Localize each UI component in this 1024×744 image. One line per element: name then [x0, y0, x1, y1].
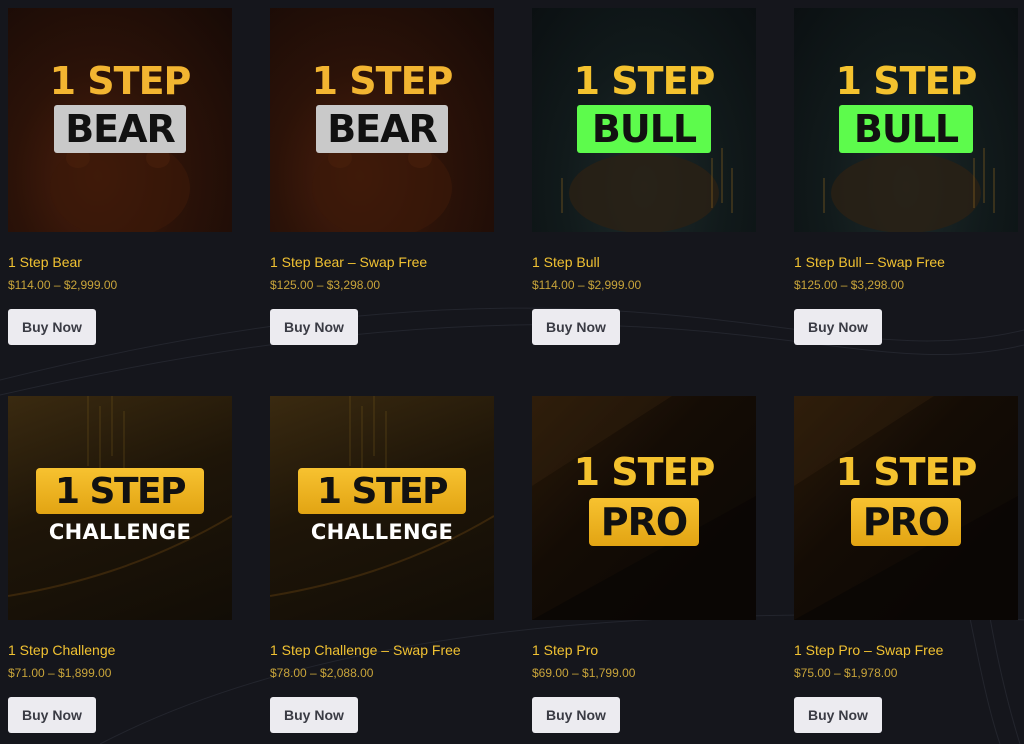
product-name[interactable]: 1 Step Challenge [8, 642, 232, 660]
image-title: 1 STEP [835, 450, 978, 494]
product-name[interactable]: 1 Step Bull [532, 254, 756, 272]
image-badge: PRO [589, 498, 699, 546]
product-image[interactable]: 1 STEP BULL [794, 8, 1018, 232]
image-badge: BEAR [316, 105, 448, 153]
product-image[interactable]: 1 STEP BEAR [270, 8, 494, 232]
image-badge: PRO [851, 498, 961, 546]
product-name[interactable]: 1 Step Bear [8, 254, 232, 272]
product-image[interactable]: 1 STEP CHALLENGE [270, 396, 494, 620]
product-image[interactable]: 1 STEP CHALLENGE [8, 396, 232, 620]
product-price: $114.00 – $2,999.00 [8, 278, 118, 292]
product-image[interactable]: 1 STEP PRO [794, 396, 1018, 620]
product-price: $125.00 – $3,298.00 [794, 278, 905, 292]
buy-now-button[interactable]: Buy Now [8, 697, 96, 733]
buy-now-button[interactable]: Buy Now [270, 309, 358, 345]
product-image[interactable]: 1 STEP BEAR [8, 8, 232, 232]
buy-now-button[interactable]: Buy Now [532, 697, 620, 733]
buy-now-button[interactable]: Buy Now [270, 697, 358, 733]
product-card: 1 STEP PRO 1 Step Pro $69.00 – $1,799.00… [532, 396, 756, 733]
product-card: 1 STEP BULL 1 Step Bull $114.00 – $2,999… [532, 8, 756, 345]
image-title: 1 STEP [311, 59, 454, 103]
product-name[interactable]: 1 Step Pro – Swap Free [794, 642, 1018, 660]
product-card: 1 STEP BULL 1 Step Bull – Swap Free $125… [794, 8, 1018, 345]
image-title: 1 STEP [573, 59, 716, 103]
buy-now-button[interactable]: Buy Now [794, 309, 882, 345]
product-card: 1 STEP CHALLENGE 1 Step Challenge $71.00… [8, 396, 232, 733]
product-price: $114.00 – $2,999.00 [532, 278, 642, 292]
image-title: 1 STEP [573, 450, 716, 494]
product-name[interactable]: 1 Step Pro [532, 642, 756, 660]
product-price: $75.00 – $1,978.00 [794, 666, 898, 680]
image-badge: BEAR [54, 105, 186, 153]
product-image[interactable]: 1 STEP BULL [532, 8, 756, 232]
product-card: 1 STEP BEAR 1 Step Bear – Swap Free $125… [270, 8, 494, 345]
product-price: $125.00 – $3,298.00 [270, 278, 381, 292]
product-price: $69.00 – $1,799.00 [532, 666, 636, 680]
product-card: 1 STEP PRO 1 Step Pro – Swap Free $75.00… [794, 396, 1018, 733]
product-card: 1 STEP BEAR 1 Step Bear $114.00 – $2,999… [8, 8, 232, 345]
image-badge: 1 STEP [298, 468, 466, 514]
image-subtitle: CHALLENGE [48, 520, 192, 544]
product-name[interactable]: 1 Step Bull – Swap Free [794, 254, 1018, 272]
buy-now-button[interactable]: Buy Now [794, 697, 882, 733]
image-badge: BULL [577, 105, 711, 153]
buy-now-button[interactable]: Buy Now [8, 309, 96, 345]
product-name[interactable]: 1 Step Bear – Swap Free [270, 254, 494, 272]
product-price: $78.00 – $2,088.00 [270, 666, 374, 680]
product-name[interactable]: 1 Step Challenge – Swap Free [270, 642, 494, 660]
image-title: 1 STEP [835, 59, 978, 103]
buy-now-button[interactable]: Buy Now [532, 309, 620, 345]
image-badge: 1 STEP [36, 468, 204, 514]
product-price: $71.00 – $1,899.00 [8, 666, 112, 680]
product-card: 1 STEP CHALLENGE 1 Step Challenge – Swap… [270, 396, 494, 733]
image-badge: BULL [839, 105, 973, 153]
image-subtitle: CHALLENGE [310, 520, 454, 544]
product-image[interactable]: 1 STEP PRO [532, 396, 756, 620]
image-title: 1 STEP [49, 59, 192, 103]
